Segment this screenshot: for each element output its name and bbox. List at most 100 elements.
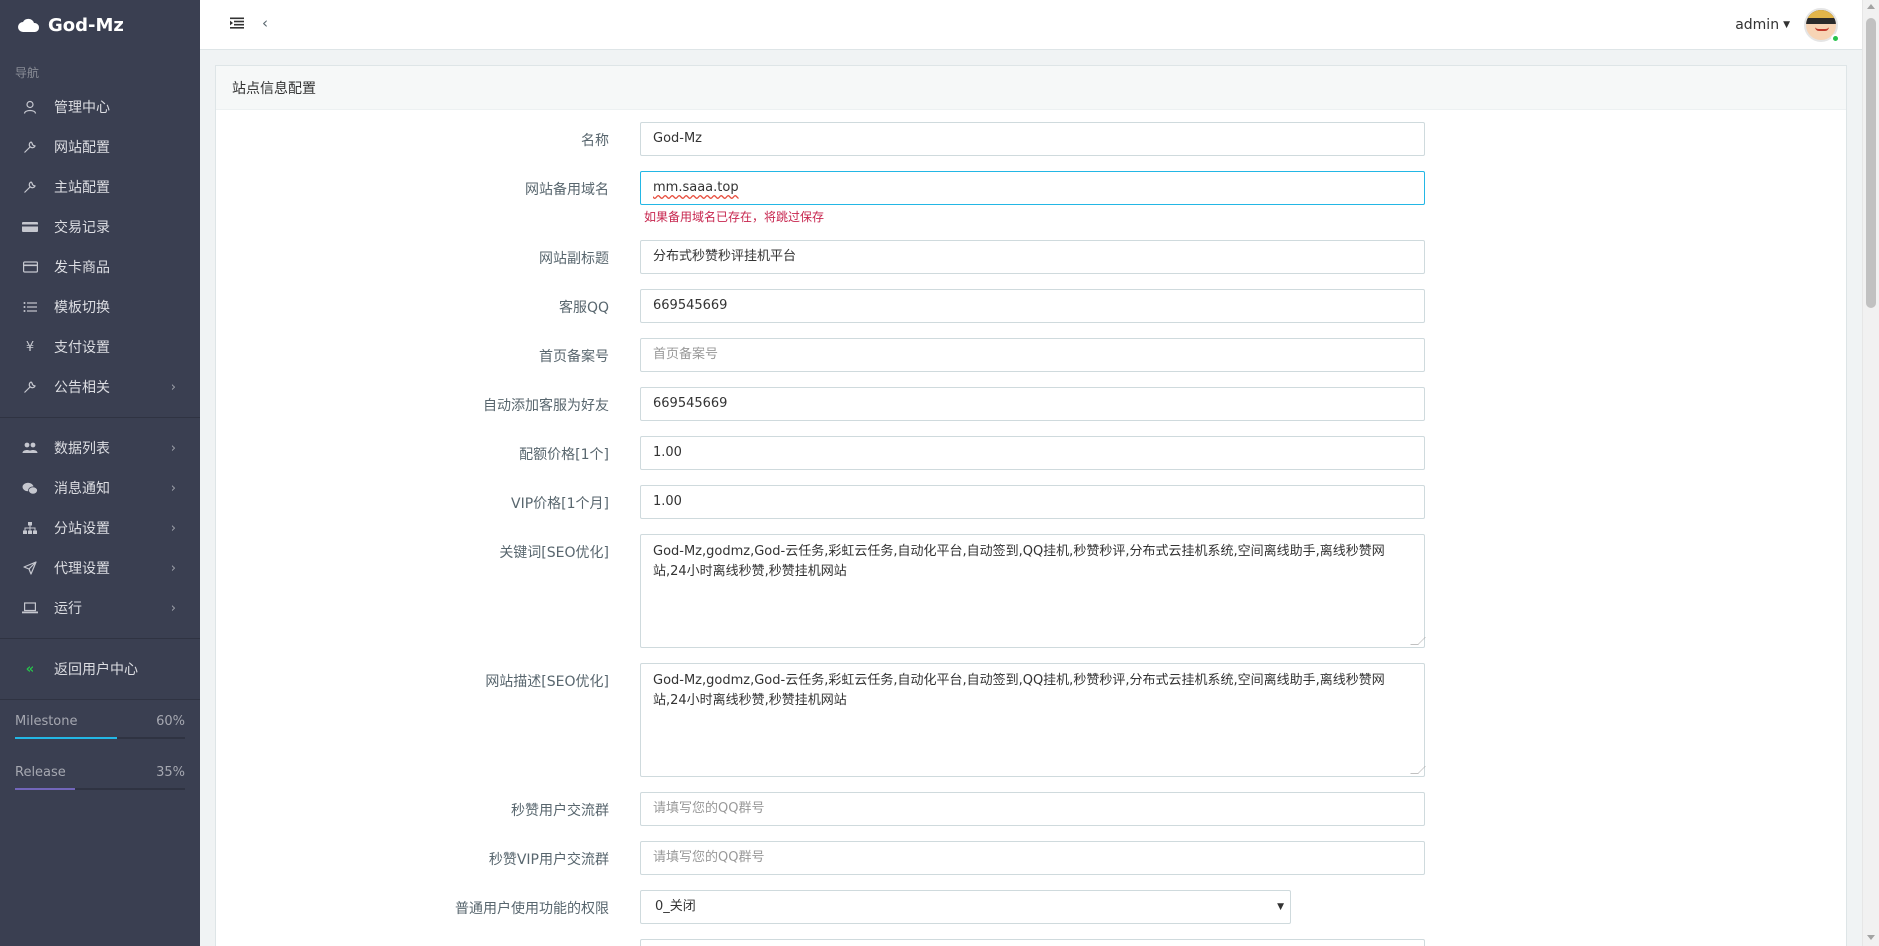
sidebar-item-label: 主站配置 bbox=[54, 180, 110, 196]
field-label: 自动添加客服为好友 bbox=[483, 398, 609, 414]
icp-input[interactable]: 首页备案号 bbox=[640, 338, 1425, 372]
chevron-left-icon[interactable]: ‹ bbox=[262, 14, 268, 32]
progress-track-release bbox=[15, 788, 185, 790]
progress-track-milestone bbox=[15, 737, 185, 739]
user-group-input[interactable]: 请填写您的QQ群号 bbox=[640, 792, 1425, 826]
sidebar-item-main-site-config[interactable]: 主站配置 bbox=[0, 167, 200, 207]
users-icon bbox=[22, 440, 38, 456]
progress-value: 60% bbox=[156, 714, 185, 729]
panel-title: 站点信息配置 bbox=[216, 66, 1846, 110]
nav-divider bbox=[0, 417, 200, 418]
vip-group-input[interactable]: 请填写您的QQ群号 bbox=[640, 841, 1425, 875]
field-label: 网站备用域名 bbox=[525, 182, 609, 198]
keywords-line-1: God-Mz,godmz,God-云任务,彩虹云任务,自动化平台,自动签到,QQ… bbox=[653, 544, 1385, 559]
wechat-icon bbox=[22, 480, 38, 496]
backup-domain-help-text: 如果备用域名已存在，将跳过保存 bbox=[644, 210, 825, 224]
user-permission-select[interactable]: 0_关闭 ▼ bbox=[640, 890, 1291, 924]
double-chevron-left-icon: « bbox=[25, 661, 35, 677]
chevron-right-icon: › bbox=[170, 521, 176, 536]
sidebar-item-label: 返回用户中心 bbox=[54, 662, 138, 678]
sitemap-icon bbox=[22, 520, 38, 536]
sidebar: God-Mz 导航 管理中心 网站配置 主站配置 交易记录 发卡商品 模板切换 … bbox=[0, 0, 200, 946]
sidebar-item-label: 代理设置 bbox=[54, 561, 110, 577]
sidebar-item-announcements[interactable]: 公告相关 › bbox=[0, 367, 200, 407]
backup-domain-value: mm.saaa.top bbox=[653, 180, 739, 195]
sidebar-item-label: 消息通知 bbox=[54, 481, 110, 497]
description-textarea[interactable]: God-Mz,godmz,God-云任务,彩虹云任务,自动化平台,自动签到,QQ… bbox=[640, 663, 1426, 777]
sidebar-item-label: 网站配置 bbox=[54, 140, 110, 156]
field-label: 关键词[SEO优化] bbox=[499, 545, 609, 561]
credit-card-icon bbox=[22, 219, 38, 235]
scroll-thumb[interactable] bbox=[1866, 18, 1876, 308]
user-permission-selected: 0_关闭 bbox=[655, 899, 696, 914]
chevron-right-icon: › bbox=[170, 441, 176, 456]
sidebar-item-label: 管理中心 bbox=[54, 100, 110, 116]
brand[interactable]: God-Mz bbox=[0, 0, 200, 50]
wrench-icon bbox=[22, 139, 38, 155]
sidebar-item-label: 交易记录 bbox=[54, 220, 110, 236]
progress-row-release: Release 35% bbox=[15, 765, 185, 780]
auto-add-friend-input[interactable]: 669545669 bbox=[640, 387, 1425, 421]
quota-price-input[interactable]: 1.00 bbox=[640, 436, 1425, 470]
resize-grip-icon[interactable] bbox=[1410, 766, 1426, 774]
sidebar-item-data-list[interactable]: 数据列表 › bbox=[0, 428, 200, 468]
yen-icon: ¥ bbox=[25, 339, 35, 355]
menu-toggle-icon[interactable] bbox=[230, 17, 244, 33]
progress-value: 35% bbox=[156, 765, 185, 780]
sidebar-item-template-switch[interactable]: 模板切换 bbox=[0, 287, 200, 327]
resize-grip-icon[interactable] bbox=[1410, 637, 1426, 645]
brand-name: God-Mz bbox=[48, 14, 124, 36]
sidebar-item-notifications[interactable]: 消息通知 › bbox=[0, 468, 200, 508]
field-label: 网站副标题 bbox=[539, 251, 609, 267]
sidebar-item-site-config[interactable]: 网站配置 bbox=[0, 127, 200, 167]
keywords-textarea[interactable]: God-Mz,godmz,God-云任务,彩虹云任务,自动化平台,自动签到,QQ… bbox=[640, 534, 1426, 648]
next-field-input[interactable] bbox=[640, 939, 1425, 946]
chevron-right-icon: › bbox=[170, 380, 176, 395]
chevron-right-icon: › bbox=[170, 481, 176, 496]
nav-divider bbox=[0, 638, 200, 639]
username: admin bbox=[1735, 17, 1780, 33]
name-input[interactable]: God-Mz bbox=[640, 122, 1425, 156]
keywords-line-2: 站,24小时离线秒赞,秒赞挂机网站 bbox=[653, 564, 847, 579]
sidebar-item-label: 公告相关 bbox=[54, 380, 110, 396]
subtitle-input[interactable]: 分布式秒赞秒评挂机平台 bbox=[640, 240, 1425, 274]
page-scrollbar[interactable] bbox=[1862, 0, 1879, 946]
progress-label: Release bbox=[15, 765, 66, 780]
laptop-icon bbox=[22, 600, 38, 616]
progress-fill-milestone bbox=[15, 737, 117, 739]
nav-divider bbox=[0, 699, 200, 700]
field-label: 客服QQ bbox=[558, 300, 609, 316]
scroll-down-arrow-icon[interactable] bbox=[1867, 935, 1875, 940]
backup-domain-input[interactable]: mm.saaa.top bbox=[640, 171, 1425, 205]
sidebar-item-payment-settings[interactable]: ¥ 支付设置 bbox=[0, 327, 200, 367]
field-label: VIP价格[1个月] bbox=[511, 496, 609, 512]
card-icon bbox=[22, 259, 38, 275]
field-label: 配额价格[1个] bbox=[519, 447, 609, 463]
user-menu[interactable]: admin ▼ bbox=[1735, 8, 1838, 42]
select-caret-icon: ▼ bbox=[1277, 902, 1284, 912]
sidebar-item-label: 支付设置 bbox=[54, 340, 110, 356]
scroll-up-arrow-icon[interactable] bbox=[1867, 4, 1875, 9]
progress-row-milestone: Milestone 60% bbox=[15, 714, 185, 729]
description-line-1: God-Mz,godmz,God-云任务,彩虹云任务,自动化平台,自动签到,QQ… bbox=[653, 673, 1385, 688]
vip-price-input[interactable]: 1.00 bbox=[640, 485, 1425, 519]
sidebar-item-label: 数据列表 bbox=[54, 441, 110, 457]
sidebar-item-back-to-user-center[interactable]: « 返回用户中心 bbox=[0, 649, 200, 689]
list-icon bbox=[22, 299, 38, 315]
send-icon bbox=[22, 560, 38, 576]
sidebar-item-run[interactable]: 运行 › bbox=[0, 588, 200, 628]
sidebar-item-label: 模板切换 bbox=[54, 300, 110, 316]
sidebar-item-agent-settings[interactable]: 代理设置 › bbox=[0, 548, 200, 588]
service-qq-input[interactable]: 669545669 bbox=[640, 289, 1425, 323]
field-label: 名称 bbox=[581, 133, 609, 149]
sidebar-item-substation-settings[interactable]: 分站设置 › bbox=[0, 508, 200, 548]
chevron-right-icon: › bbox=[170, 601, 176, 616]
sidebar-item-card-products[interactable]: 发卡商品 bbox=[0, 247, 200, 287]
field-label: 首页备案号 bbox=[539, 349, 609, 365]
sidebar-item-transactions[interactable]: 交易记录 bbox=[0, 207, 200, 247]
sidebar-item-label: 发卡商品 bbox=[54, 260, 110, 276]
sidebar-item-admin-center[interactable]: 管理中心 bbox=[0, 87, 200, 127]
wrench-icon bbox=[22, 179, 38, 195]
field-label: 网站描述[SEO优化] bbox=[485, 674, 609, 690]
field-label: 普通用户使用功能的权限 bbox=[455, 901, 609, 917]
